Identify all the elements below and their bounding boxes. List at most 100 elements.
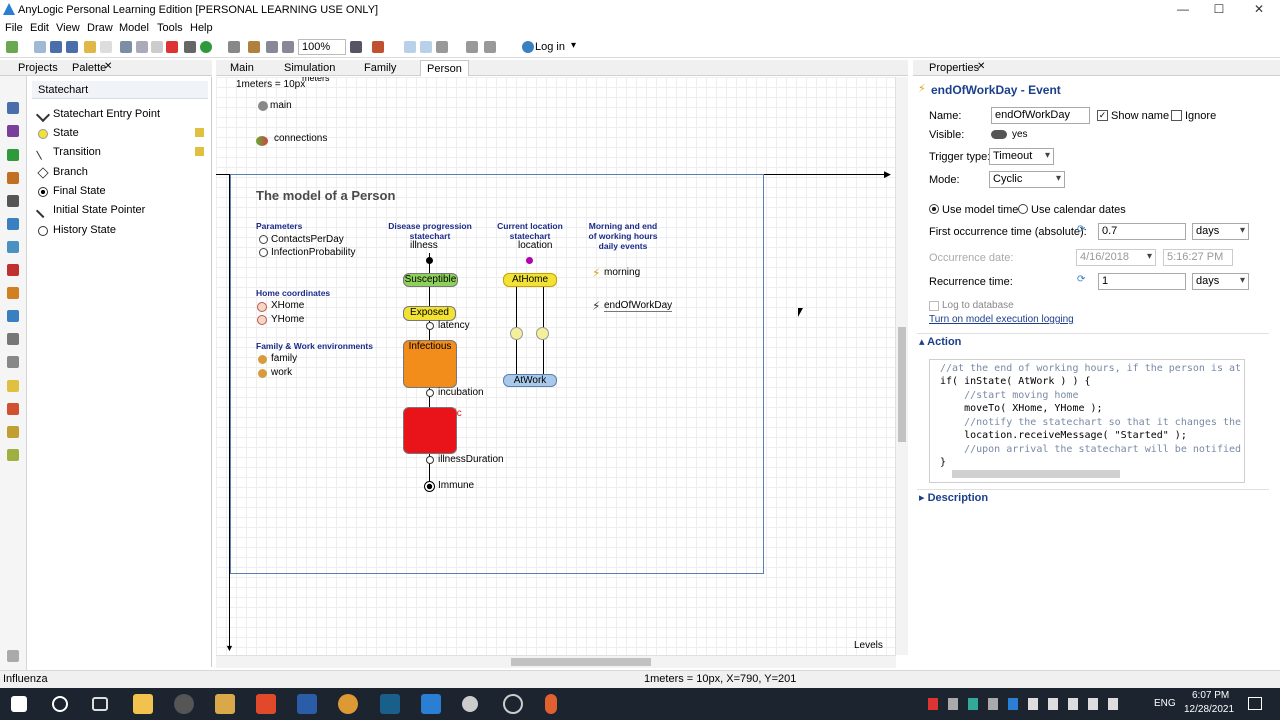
paste-icon[interactable]	[151, 41, 163, 53]
login-button[interactable]: Log in	[535, 41, 565, 53]
windows-start-icon[interactable]	[11, 696, 27, 712]
cloud-icon[interactable]	[522, 41, 534, 53]
levels-button[interactable]: Levels	[854, 640, 883, 651]
tab-person[interactable]: Person	[420, 60, 469, 76]
order-icon[interactable]	[484, 41, 496, 53]
pedestrian-icon[interactable]	[7, 149, 19, 161]
connectivity-icon[interactable]	[7, 310, 19, 322]
final-state-icon[interactable]	[424, 481, 435, 492]
close-icon[interactable]: ✕	[104, 61, 112, 72]
search-icon[interactable]	[52, 696, 68, 712]
state-exposed[interactable]: Exposed	[403, 306, 456, 321]
edit-state-icon[interactable]	[195, 128, 204, 137]
state-symptomatic[interactable]: Symptomatic	[403, 407, 462, 454]
variable-xhome[interactable]: XHome	[271, 300, 304, 311]
settings-icon[interactable]	[462, 696, 478, 712]
parameter-infection[interactable]: InfectionProbability	[271, 247, 356, 258]
editor-vertical-scrollbar[interactable]	[895, 77, 908, 655]
variable-yhome[interactable]: YHome	[271, 314, 304, 325]
language-indicator[interactable]: ENG	[1154, 698, 1176, 709]
copy-icon[interactable]	[136, 41, 148, 53]
link-icon[interactable]	[248, 41, 260, 53]
redo-icon[interactable]	[100, 41, 112, 53]
branch-icon[interactable]	[536, 327, 549, 340]
first-occurrence-unit[interactable]: days	[1192, 223, 1249, 240]
parameter-contacts[interactable]: ContactsPerDay	[271, 234, 344, 245]
grid-icon[interactable]	[404, 41, 416, 53]
minimize-button[interactable]: —	[1173, 2, 1193, 18]
fluid-icon[interactable]	[7, 218, 19, 230]
state-infectious[interactable]: Infectious	[403, 340, 457, 388]
menu-tools[interactable]: Tools	[157, 22, 183, 34]
space-icon[interactable]	[7, 287, 19, 299]
logging-link[interactable]: Turn on model execution logging	[929, 314, 1074, 325]
network-app-icon[interactable]	[503, 694, 523, 714]
close-button[interactable]: ✕	[1249, 2, 1269, 18]
delete-icon[interactable]	[166, 41, 178, 53]
code-scrollbar[interactable]	[952, 470, 1120, 478]
recurrence-unit[interactable]: days	[1192, 273, 1249, 290]
menu-view[interactable]: View	[56, 22, 80, 34]
file-explorer-icon[interactable]	[133, 694, 153, 714]
build-icon[interactable]	[184, 41, 196, 53]
tab-simulation[interactable]: Simulation	[278, 60, 341, 76]
state-athome[interactable]: AtHome	[503, 273, 557, 287]
recurrence-field[interactable]: 1	[1098, 273, 1186, 290]
anylogic-icon[interactable]	[421, 694, 441, 714]
tab-properties[interactable]: Properties	[929, 62, 979, 74]
log-db-checkbox[interactable]	[929, 301, 939, 311]
graphical-editor[interactable]: 1meters = 10px meters main connections ▶…	[216, 77, 896, 655]
menu-file[interactable]: File	[5, 22, 23, 34]
clock-date[interactable]: 12/28/2021	[1184, 704, 1234, 715]
menu-draw[interactable]: Draw	[87, 22, 113, 34]
close-icon[interactable]: ✕	[977, 61, 985, 72]
visible-toggle[interactable]	[991, 130, 1007, 139]
transition-incubation[interactable]: incubation	[438, 387, 484, 398]
distribute-icon[interactable]	[466, 41, 478, 53]
ignore-checkbox[interactable]	[1171, 110, 1182, 121]
media-player-icon[interactable]	[174, 694, 194, 714]
3d-objects-icon[interactable]	[7, 449, 19, 461]
menu-help[interactable]: Help	[190, 22, 213, 34]
rail-icon[interactable]	[7, 172, 19, 184]
tab-projects[interactable]: Projects	[18, 62, 58, 74]
add-library-icon[interactable]	[7, 650, 19, 662]
statechart-icon[interactable]	[7, 380, 19, 392]
scroll-thumb[interactable]	[898, 327, 906, 442]
clock-time[interactable]: 6:07 PM	[1192, 690, 1229, 701]
occurrence-time-field[interactable]: 5:16:27 PM	[1163, 249, 1233, 266]
chrome-icon[interactable]	[338, 694, 358, 714]
analysis-icon[interactable]	[7, 333, 19, 345]
state-susceptible[interactable]: Susceptible	[403, 273, 458, 287]
save-icon[interactable]	[50, 41, 62, 53]
action-code-editor[interactable]: //at the end of working hours, if the pe…	[929, 359, 1245, 483]
variable-family[interactable]: family	[271, 353, 297, 364]
event-endofworkday[interactable]: endOfWorkDay	[604, 300, 673, 312]
notepad-icon[interactable]	[215, 694, 235, 714]
run-icon[interactable]	[200, 41, 212, 53]
office-icon[interactable]	[256, 694, 276, 714]
stop-icon[interactable]	[228, 41, 240, 53]
dynamic-value-icon[interactable]: ⟳	[1077, 224, 1085, 235]
undo-icon[interactable]	[84, 41, 96, 53]
calendar-dates-radio[interactable]	[1018, 204, 1028, 214]
main-link-label[interactable]: main	[270, 100, 292, 111]
final-state-immune[interactable]: Immune	[438, 480, 474, 491]
snap-icon[interactable]	[420, 41, 432, 53]
transition-illness-duration[interactable]: illnessDuration	[438, 454, 504, 465]
maximize-button[interactable]: ☐	[1209, 2, 1229, 18]
model-time-radio[interactable]	[929, 204, 939, 214]
zoom-select[interactable]: 100%	[298, 39, 346, 55]
chevron-down-icon[interactable]: ▾	[571, 40, 576, 51]
scroll-thumb[interactable]	[511, 658, 651, 666]
zoom-out-icon[interactable]	[282, 41, 294, 53]
road-icon[interactable]	[7, 195, 19, 207]
occurrence-date-field[interactable]: 4/16/2018	[1076, 249, 1156, 266]
transition-latency[interactable]: latency	[438, 320, 470, 331]
connections-icon[interactable]	[256, 136, 268, 146]
notification-icon[interactable]	[1248, 697, 1262, 710]
zoom-in-icon[interactable]	[266, 41, 278, 53]
dynamic-value-icon[interactable]: ⟳	[1077, 274, 1085, 285]
pictures-icon[interactable]	[7, 426, 19, 438]
task-view-icon[interactable]	[92, 697, 108, 711]
